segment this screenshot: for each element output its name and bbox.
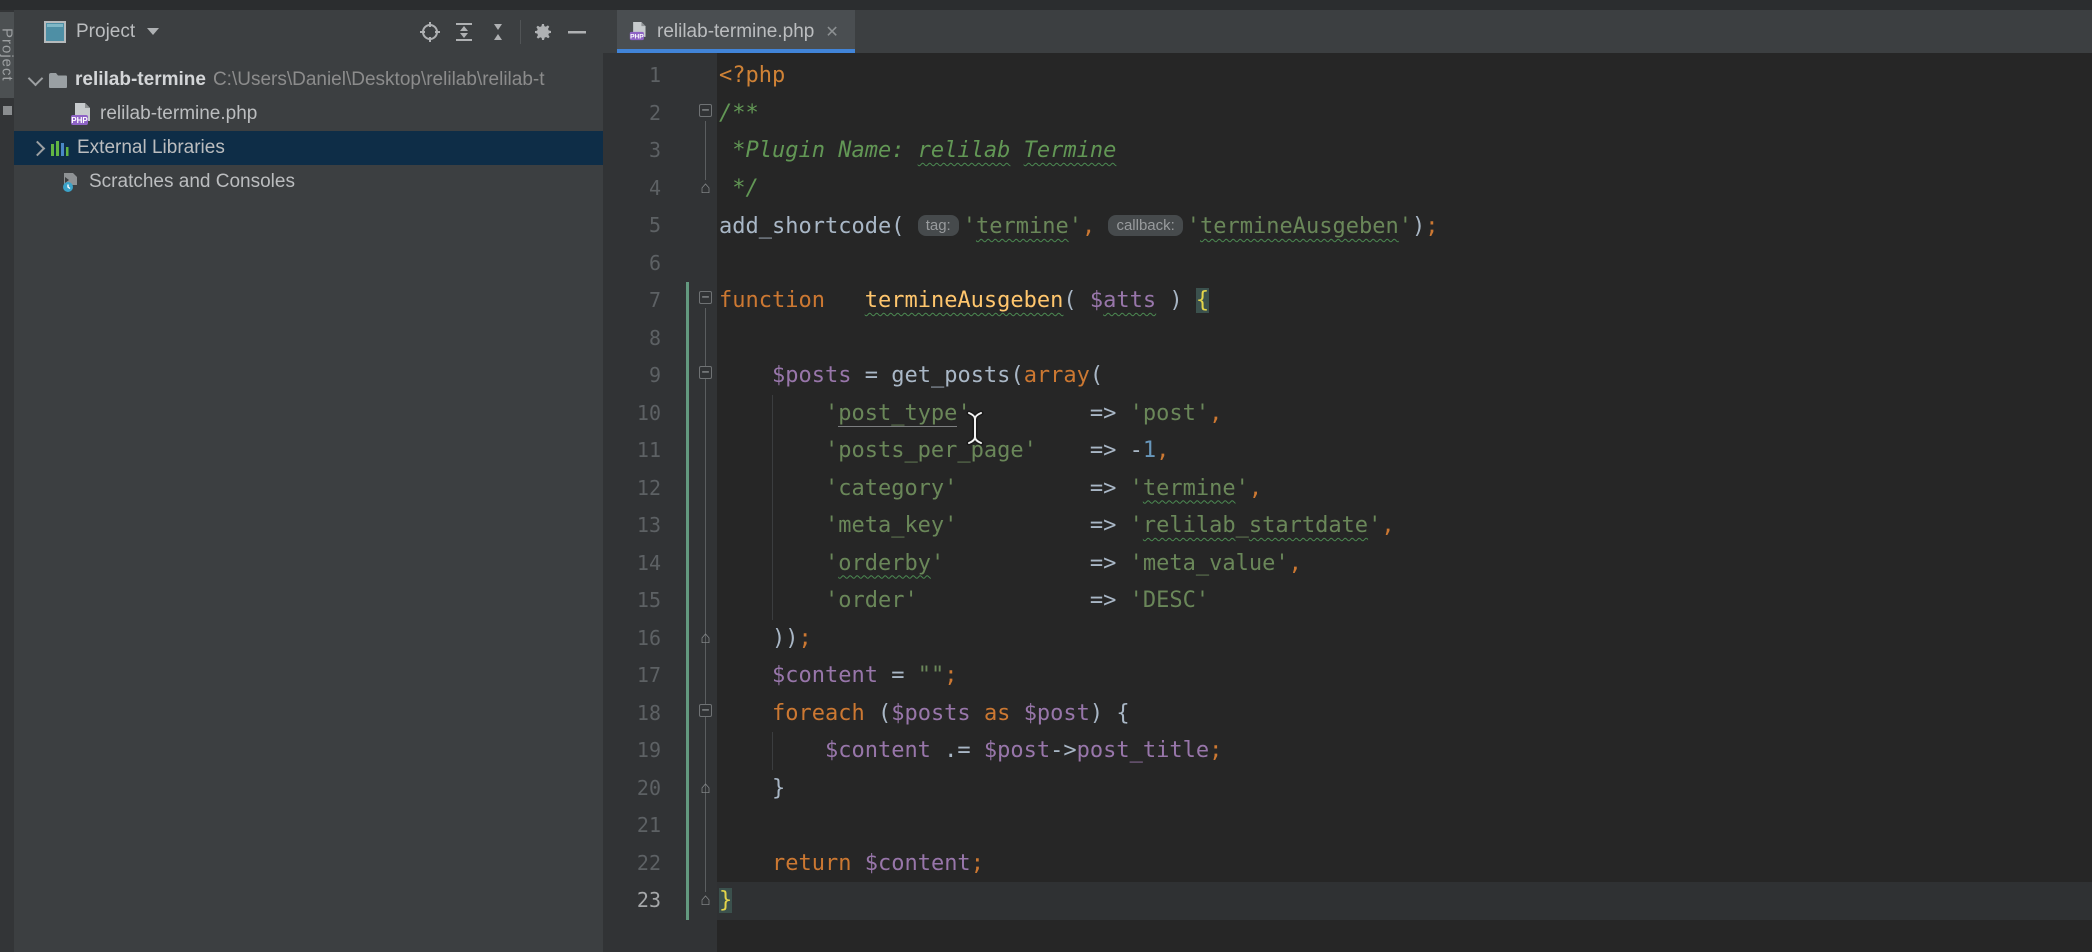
fold-marker-end[interactable]: ⌂ [698, 629, 713, 646]
code-line[interactable]: )); [719, 620, 812, 658]
code-line[interactable]: 'orderby' => 'meta_value', [719, 545, 1302, 583]
line-number: 22 [603, 845, 661, 883]
line-number: 1 [603, 57, 661, 95]
fold-marker-end[interactable]: ⌂ [698, 179, 713, 196]
tree-row-external-libraries[interactable]: External Libraries [14, 131, 603, 165]
line-number: 10 [603, 395, 661, 433]
parameter-hint: tag: [918, 215, 959, 236]
chevron-right-icon[interactable] [30, 140, 46, 156]
fold-marker-end[interactable]: ⌂ [698, 779, 713, 796]
fold-connector [705, 721, 706, 780]
project-panel: Project [14, 10, 603, 952]
code-line[interactable]: <?php [719, 57, 785, 95]
line-number: 11 [603, 432, 661, 470]
tree-row-scratches[interactable]: Scratches and Consoles [14, 165, 603, 199]
code-area[interactable]: <?php/** *Plugin Name: relilab Termine *… [717, 53, 2092, 952]
line-number: 2 [603, 95, 661, 133]
code-line[interactable]: 'posts_per_page' => -1, [719, 432, 1169, 470]
line-number: 8 [603, 320, 661, 358]
code-line[interactable]: $content .= $post->post_title; [719, 732, 1222, 770]
editor-tab-bar: PHP relilab-termine.php ✕ [603, 10, 2092, 53]
tree-row-project-root[interactable]: relilab-termine C:\Users\Daniel\Desktop\… [14, 63, 603, 97]
php-file-label: relilab-termine.php [100, 103, 257, 125]
php-file-icon: PHP [629, 21, 648, 42]
code-line[interactable]: add_shortcode( tag:'termine', callback:'… [719, 207, 1438, 245]
project-root-label: relilab-termine [75, 69, 206, 91]
tree-row-php-file[interactable]: PHP relilab-termine.php [14, 97, 603, 131]
gutter: 12−34⌂567−89−10111213141516⌂1718−1920⌂21… [603, 53, 717, 952]
project-toolbar-label[interactable]: Project [76, 21, 135, 43]
close-icon[interactable]: ✕ [823, 22, 840, 42]
fold-marker-start[interactable]: − [699, 366, 712, 379]
code-line[interactable]: return $content; [719, 845, 984, 883]
current-line-highlight [717, 882, 2092, 920]
line-number: 15 [603, 582, 661, 620]
line-number: 5 [603, 207, 661, 245]
line-number: 3 [603, 132, 661, 170]
stripe-project-button[interactable]: Project [0, 12, 14, 98]
stripe-structure-icon[interactable] [3, 106, 12, 115]
line-number: 9 [603, 357, 661, 395]
line-number: 12 [603, 470, 661, 508]
tab-title: relilab-termine.php [657, 21, 814, 43]
fold-marker-start[interactable]: − [699, 104, 712, 117]
code-line[interactable]: function termineAusgeben( $atts ) { [719, 282, 1209, 320]
window-top-edge [0, 0, 2092, 10]
line-number: 6 [603, 245, 661, 283]
tab-relilab-termine[interactable]: PHP relilab-termine.php ✕ [617, 10, 855, 53]
project-root-path: C:\Users\Daniel\Desktop\relilab\relilab-… [213, 69, 545, 91]
chevron-down-icon[interactable] [147, 28, 159, 35]
code-line[interactable]: foreach ($posts as $post) { [719, 695, 1130, 733]
code-line[interactable]: $posts = get_posts(array( [719, 357, 1103, 395]
hide-panel-icon[interactable] [565, 20, 589, 44]
external-libraries-label: External Libraries [77, 137, 225, 159]
project-tree: relilab-termine C:\Users\Daniel\Desktop\… [14, 53, 603, 199]
code-line[interactable]: } [719, 770, 785, 808]
fold-marker-start[interactable]: − [699, 291, 712, 304]
left-tool-stripe: Project [0, 10, 15, 952]
scratches-icon [60, 171, 82, 193]
fold-connector [705, 121, 706, 180]
code-line[interactable]: /** [719, 95, 759, 133]
external-libraries-icon [50, 138, 70, 158]
vcs-added-marker [686, 282, 689, 920]
folder-icon [48, 72, 68, 89]
line-number: 17 [603, 657, 661, 695]
code-line[interactable]: *Plugin Name: relilab Termine [719, 132, 1116, 170]
toolbar-separator [520, 20, 521, 44]
scratches-label: Scratches and Consoles [89, 171, 295, 193]
locate-icon[interactable] [418, 20, 442, 44]
line-number: 20 [603, 770, 661, 808]
line-number: 4 [603, 170, 661, 208]
code-line[interactable]: 'category' => 'termine', [719, 470, 1262, 508]
code-line[interactable]: } [719, 882, 732, 920]
svg-text:PHP: PHP [630, 34, 644, 41]
line-number: 14 [603, 545, 661, 583]
line-number: 21 [603, 807, 661, 845]
project-tool-window-icon [44, 21, 66, 43]
code-line[interactable]: 'meta_key' => 'relilab_startdate', [719, 507, 1395, 545]
line-number: 23 [603, 882, 661, 920]
line-number: 18 [603, 695, 661, 733]
chevron-down-icon[interactable] [28, 70, 44, 86]
code-line[interactable]: 'post_type' => 'post', [719, 395, 1222, 433]
line-number: 13 [603, 507, 661, 545]
code-line[interactable]: 'order' => 'DESC' [719, 582, 1209, 620]
gear-icon[interactable] [531, 20, 555, 44]
fold-marker-start[interactable]: − [699, 704, 712, 717]
line-number: 7 [603, 282, 661, 320]
svg-text:PHP: PHP [71, 116, 88, 125]
php-file-icon: PHP [70, 102, 93, 127]
project-toolbar: Project [14, 10, 603, 53]
code-line[interactable]: $content = ""; [719, 657, 957, 695]
code-line[interactable]: */ [719, 170, 759, 208]
line-number: 19 [603, 732, 661, 770]
collapse-all-icon[interactable] [486, 20, 510, 44]
line-number: 16 [603, 620, 661, 658]
ide-window: Project Project [0, 0, 2092, 952]
fold-marker-end[interactable]: ⌂ [698, 891, 713, 908]
expand-all-icon[interactable] [452, 20, 476, 44]
parameter-hint: callback: [1108, 215, 1182, 236]
fold-connector [705, 383, 706, 630]
